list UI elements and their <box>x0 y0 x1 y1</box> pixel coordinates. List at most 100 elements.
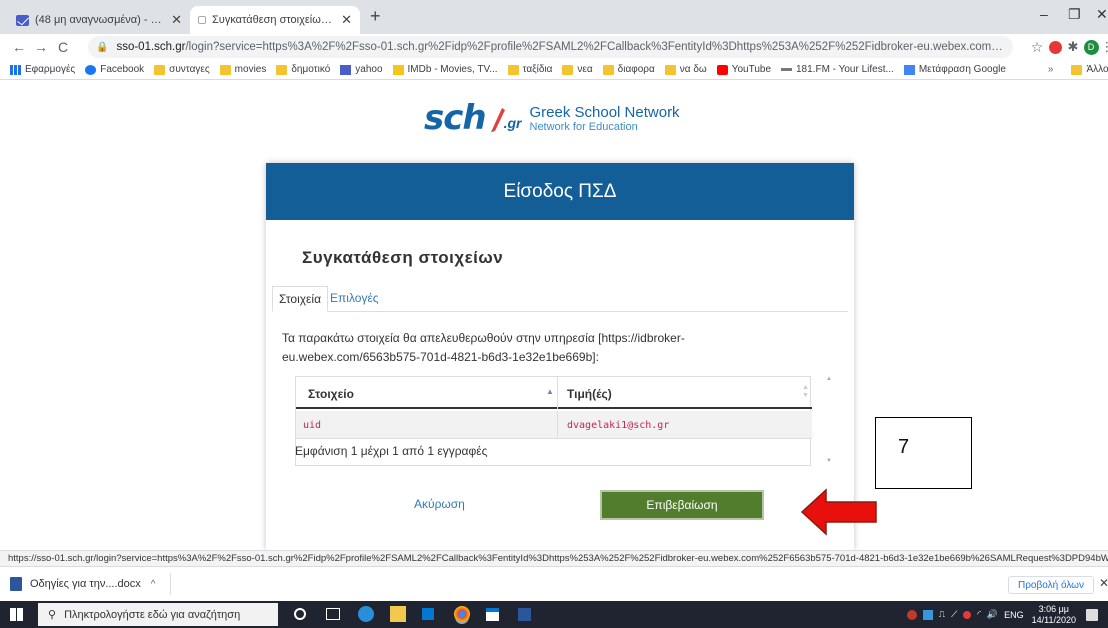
release-description: Τα παρακάτω στοιχεία θα απελευθερωθούν σ… <box>282 331 685 364</box>
bookmark-apps[interactable]: Εφαρμογές <box>10 64 75 75</box>
tab-options[interactable]: Επιλογές <box>324 286 385 312</box>
minimize-button[interactable]: – <box>1040 6 1048 22</box>
chevron-up-icon[interactable]: ^ <box>151 579 156 590</box>
store-bag-icon[interactable] <box>486 608 499 621</box>
status-url-preview: https://sso-01.sch.gr/login?service=http… <box>0 550 1108 566</box>
back-button[interactable]: ← <box>8 39 30 55</box>
bookmark-imdb[interactable]: IMDb - Movies, TV... <box>392 64 498 75</box>
clock[interactable]: 3:06 μμ 14/11/2020 <box>1032 604 1076 626</box>
bookmark-label: Facebook <box>100 64 145 75</box>
address-host: sso-01.sch.gr <box>116 41 186 53</box>
translate-icon <box>903 64 915 75</box>
file-explorer-icon[interactable] <box>390 606 406 622</box>
bookmark-folder[interactable]: movies <box>219 64 266 75</box>
extensions-icon[interactable]: ✱ <box>1064 38 1082 56</box>
bookmark-translate[interactable]: Μετάφραση Google <box>903 64 1006 75</box>
folder-icon <box>664 64 676 75</box>
new-tab-button[interactable]: + <box>370 6 381 27</box>
taskbar-search[interactable]: ⚲ Πληκτρολογήστε εδώ για αναζήτηση <box>38 603 278 626</box>
sort-icon[interactable]: ▲ ▼ <box>802 384 809 400</box>
cortana-icon[interactable] <box>294 608 306 620</box>
bookmark-label: yahoo <box>355 64 383 75</box>
bookmark-folder[interactable]: δημοτικό <box>276 64 330 75</box>
sch-logo: sch .gr Greek School Network Network for… <box>424 98 680 138</box>
adblock-icon[interactable] <box>1046 38 1064 56</box>
bookmark-facebook[interactable]: Facebook <box>85 64 144 75</box>
tray-app-icon[interactable] <box>922 609 933 620</box>
system-tray: ⎍ ⟋ ◜ 🔊 ENG 3:06 μμ 14/11/2020 <box>906 601 1098 628</box>
consent-card: Είσοδος ΠΣΔ Συγκατάθεση στοιχείων Στοιχε… <box>266 163 854 550</box>
bookmark-yahoo[interactable]: yahoo <box>340 64 383 75</box>
windows-start-icon[interactable] <box>10 608 23 621</box>
address-bar[interactable]: 🔒 sso-01.sch.gr /login?service=https%3A%… <box>88 36 1013 58</box>
tab-close-icon[interactable]: ✕ <box>341 12 352 28</box>
divider <box>557 377 558 409</box>
bookmark-folder[interactable]: διαφορα <box>602 64 655 75</box>
downloads-bar: Οδηγίες για την....docx ^ Προβολή όλων ✕ <box>0 566 1108 601</box>
notifications-icon[interactable] <box>1086 608 1098 621</box>
bookmark-label: νεα <box>577 64 593 75</box>
forward-button[interactable]: → <box>30 39 52 55</box>
wifi-icon[interactable]: ◜ <box>977 609 981 620</box>
bookmark-label: να δω <box>679 64 707 75</box>
chrome-icon[interactable] <box>454 606 470 622</box>
bookmarks-overflow-button[interactable]: » <box>1048 64 1054 75</box>
bookmark-folder[interactable]: νεα <box>562 64 593 75</box>
page-content: sch .gr Greek School Network Network for… <box>0 80 1108 550</box>
language-indicator[interactable]: ENG <box>1004 610 1024 620</box>
tab-attributes[interactable]: Στοιχεία <box>272 286 329 312</box>
other-bookmarks[interactable]: Άλλοι σελιδοδείκτες <box>1071 64 1108 75</box>
page-icon <box>198 16 206 24</box>
cell-value: dvagelaki1@sch.gr <box>567 420 670 431</box>
column-header-values[interactable]: Τιμή(ές) <box>567 387 612 401</box>
table-scrollbar[interactable]: ▲ ▼ <box>823 376 835 466</box>
download-item[interactable]: Οδηγίες για την....docx ^ <box>10 573 171 595</box>
menu-icon[interactable]: ⋮ <box>1098 38 1108 56</box>
word-document-icon <box>10 577 22 591</box>
sort-ascending-icon[interactable]: ▲ <box>546 387 554 396</box>
logo-line2: Network for Education <box>529 120 638 133</box>
scroll-down-icon[interactable]: ▼ <box>826 458 832 464</box>
tab-consent[interactable]: Συγκατάθεση στοιχείων - CAS - ✕ <box>190 6 360 34</box>
browser-toolbar: ← → C 🔒 sso-01.sch.gr /login?service=htt… <box>0 34 1108 60</box>
cancel-button[interactable]: Ακύρωση <box>414 497 465 511</box>
usb-icon[interactable]: ⎍ <box>939 609 945 620</box>
tab-close-icon[interactable]: ✕ <box>171 12 182 28</box>
network-icon[interactable]: ⟋ <box>951 609 957 620</box>
bookmark-label: δημοτικό <box>291 64 331 75</box>
scroll-up-icon[interactable]: ▲ <box>826 376 832 382</box>
tab-mail[interactable]: (48 μη αναγνωσμένα) - dvagelaki ✕ <box>8 6 190 34</box>
search-icon: ⚲ <box>48 609 57 621</box>
confirm-button[interactable]: Επιβεβαίωση <box>600 490 764 520</box>
bookmark-folder[interactable]: ταξίδια <box>507 64 552 75</box>
word-icon[interactable] <box>518 608 531 621</box>
close-downloads-button[interactable]: ✕ <box>1099 576 1108 590</box>
edge-icon[interactable] <box>358 606 374 622</box>
bookmark-label: διαφορα <box>617 64 655 75</box>
task-view-icon[interactable] <box>326 608 340 620</box>
volume-icon[interactable]: 🔊 <box>987 609 998 620</box>
imdb-icon <box>392 64 404 75</box>
bookmark-radio[interactable]: 181.FM - Your Lifest... <box>781 64 894 75</box>
address-path: /login?service=https%3A%2F%2Fsso-01.sch.… <box>185 41 1005 53</box>
close-window-button[interactable]: ✕ <box>1096 6 1108 23</box>
tab-bar: Στοιχεία Επιλογές <box>272 286 848 312</box>
download-filename: Οδηγίες για την....docx <box>30 578 141 590</box>
step-number-box: 7 <box>875 417 972 489</box>
show-all-button[interactable]: Προβολή όλων <box>1008 576 1094 594</box>
antivirus-icon[interactable] <box>963 610 972 619</box>
restore-button[interactable]: ❐ <box>1068 6 1081 23</box>
column-header-attribute[interactable]: Στοιχείο <box>308 387 354 401</box>
bookmark-folder[interactable]: συνταγες <box>154 64 210 75</box>
reload-button[interactable]: C <box>52 39 74 55</box>
table-row: uid dvagelaki1@sch.gr <box>296 411 812 439</box>
tray-app-icon[interactable] <box>906 609 917 620</box>
clock-time: 3:06 μμ <box>1038 603 1069 614</box>
logo-mark: sch <box>424 98 487 138</box>
bookmark-youtube[interactable]: YouTube <box>716 64 771 75</box>
store-icon[interactable] <box>422 608 434 620</box>
bookmark-label: συνταγες <box>169 64 210 75</box>
folder-icon <box>602 64 614 75</box>
bookmark-folder[interactable]: να δω <box>664 64 707 75</box>
star-icon[interactable]: ☆ <box>1028 38 1046 56</box>
